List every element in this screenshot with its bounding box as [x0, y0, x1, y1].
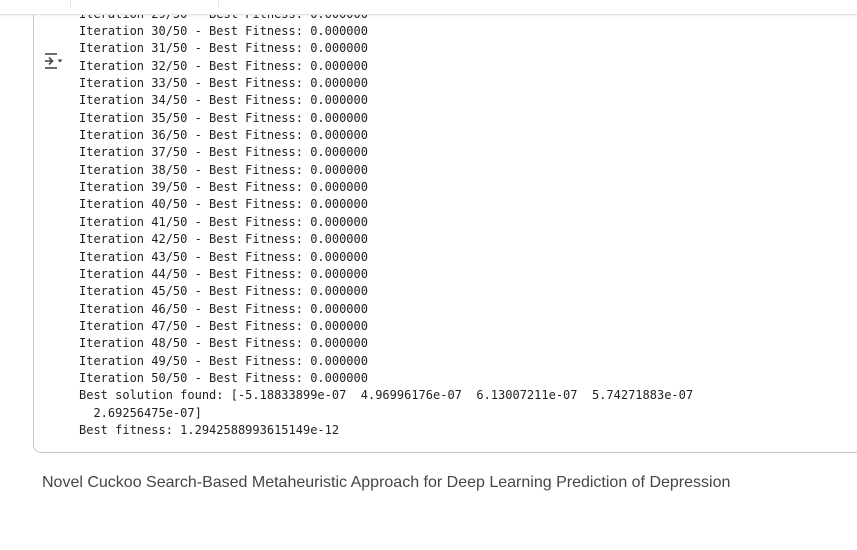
toolbar-divider — [70, 0, 71, 8]
output-line: Iteration 42/50 - Best Fitness: 0.000000 — [79, 232, 368, 247]
output-line: Iteration 46/50 - Best Fitness: 0.000000 — [79, 301, 368, 316]
output-line: 2.69256475e-07] — [79, 405, 202, 420]
output-line: Iteration 31/50 - Best Fitness: 0.000000 — [79, 41, 368, 56]
output-line: Iteration 34/50 - Best Fitness: 0.000000 — [79, 93, 368, 108]
output-line: Iteration 48/50 - Best Fitness: 0.000000 — [79, 336, 368, 351]
output-line: Iteration 30/50 - Best Fitness: 0.000000 — [79, 23, 368, 38]
output-line: Iteration 39/50 - Best Fitness: 0.000000 — [79, 180, 368, 195]
output-line: Iteration 38/50 - Best Fitness: 0.000000 — [79, 162, 368, 177]
output-options-icon[interactable] — [43, 50, 65, 72]
output-line: Iteration 33/50 - Best Fitness: 0.000000 — [79, 75, 368, 90]
output-line: Iteration 40/50 - Best Fitness: 0.000000 — [79, 197, 368, 212]
output-line: Iteration 49/50 - Best Fitness: 0.000000 — [79, 353, 368, 368]
output-line: Iteration 47/50 - Best Fitness: 0.000000 — [79, 318, 368, 333]
output-line: Best fitness: 1.2942588993615149e-12 — [79, 423, 340, 438]
output-options-icon-graphic — [45, 53, 63, 69]
output-line: Best solution found: [-5.18833899e-07 4.… — [79, 388, 694, 403]
notebook-caption-text: Novel Cuckoo Search-Based Metaheuristic … — [42, 474, 731, 491]
output-text: Iteration 29/50 - Best Fitness: 0.000000… — [79, 6, 693, 440]
output-line: Iteration 50/50 - Best Fitness: 0.000000 — [79, 371, 368, 386]
output-line: Iteration 36/50 - Best Fitness: 0.000000 — [79, 128, 368, 143]
output-line: Iteration 41/50 - Best Fitness: 0.000000 — [79, 214, 368, 229]
output-line: Iteration 35/50 - Best Fitness: 0.000000 — [79, 110, 368, 125]
output-line: Iteration 37/50 - Best Fitness: 0.000000 — [79, 145, 368, 160]
cell-output-area: Iteration 29/50 - Best Fitness: 0.000000… — [33, 0, 857, 453]
toolbar-strip — [0, 0, 857, 15]
output-line: Iteration 43/50 - Best Fitness: 0.000000 — [79, 249, 368, 264]
output-line: Iteration 44/50 - Best Fitness: 0.000000 — [79, 266, 368, 281]
output-line: Iteration 32/50 - Best Fitness: 0.000000 — [79, 58, 368, 73]
output-line: Iteration 45/50 - Best Fitness: 0.000000 — [79, 284, 368, 299]
toolbar-divider — [218, 0, 219, 8]
